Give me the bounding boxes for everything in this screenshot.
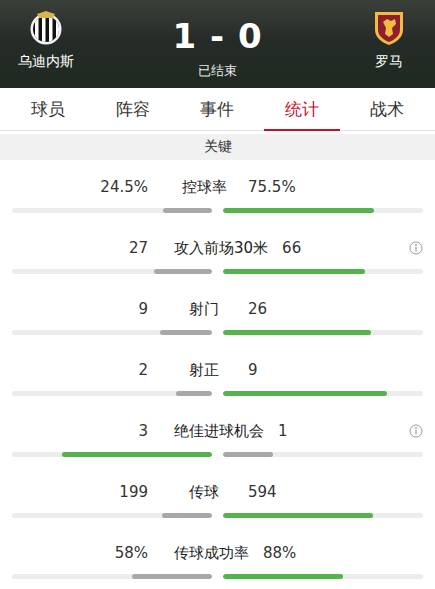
tab[interactable]: 战术 <box>344 88 429 130</box>
home-bar-fill <box>154 269 212 274</box>
away-team-name: 罗马 <box>375 52 403 70</box>
home-bar <box>12 208 212 213</box>
home-team-name: 乌迪内斯 <box>18 52 74 70</box>
stat-row: 3绝佳进球机会1 <box>0 404 435 465</box>
home-value: 27 <box>12 239 148 257</box>
roma-logo-icon <box>372 10 406 46</box>
away-bar-fill <box>223 391 387 396</box>
home-value: 199 <box>12 483 148 501</box>
score: 1 - 0 <box>172 16 262 56</box>
home-bar <box>12 513 212 518</box>
tab[interactable]: 球员 <box>6 88 91 130</box>
stat-row: 58%传球成功率88% <box>0 526 435 587</box>
match-header: 乌迪内斯 1 - 0 已结束 罗马 <box>0 0 435 88</box>
away-bar-fill <box>223 208 374 213</box>
home-bar-fill <box>162 513 212 518</box>
tab-underline <box>264 129 341 131</box>
tab-bar: 球员阵容事件统计战术 <box>0 88 435 131</box>
stat-row: 9射门26 <box>0 282 435 343</box>
away-bar <box>223 391 423 396</box>
tab[interactable]: 统计 <box>260 88 345 130</box>
away-bar <box>223 269 423 274</box>
away-bar-fill <box>223 330 371 335</box>
away-value: 1 <box>278 422 288 440</box>
stat-label: 绝佳进球机会 <box>148 422 274 441</box>
stat-row: 27攻入前场30米66 <box>0 221 435 282</box>
away-bar-fill <box>223 574 343 579</box>
away-value: 26 <box>248 300 267 318</box>
home-value: 3 <box>12 422 148 440</box>
stat-row: 199传球594 <box>0 465 435 526</box>
udinese-logo-icon <box>29 10 63 46</box>
away-value: 9 <box>248 361 258 379</box>
home-bar <box>12 269 212 274</box>
stat-label: 控球率 <box>148 178 244 197</box>
stat-label: 射门 <box>148 300 244 319</box>
stat-label: 传球成功率 <box>148 544 259 563</box>
info-icon[interactable] <box>409 241 423 255</box>
stat-label: 攻入前场30米 <box>148 239 278 258</box>
stat-label: 传球 <box>148 483 244 502</box>
home-value: 24.5% <box>12 178 148 196</box>
home-value: 2 <box>12 361 148 379</box>
stat-label: 射正 <box>148 361 244 380</box>
info-icon[interactable] <box>409 424 423 438</box>
home-bar <box>12 574 212 579</box>
match-stats-page: 乌迪内斯1 - 0已结束罗马球员阵容事件统计战术关键24.5%控球率75.5%2… <box>0 0 435 587</box>
home-value: 58% <box>12 544 148 562</box>
home-bar-fill <box>163 208 212 213</box>
away-value: 594 <box>248 483 277 501</box>
tab[interactable]: 事件 <box>175 88 260 130</box>
stats-list: 24.5%控球率75.5%27攻入前场30米669射门262射正93绝佳进球机会… <box>0 160 435 587</box>
home-bar <box>12 452 212 457</box>
away-bar <box>223 513 423 518</box>
match-status: 已结束 <box>198 62 237 80</box>
away-value: 88% <box>263 544 296 562</box>
home-bar-fill <box>160 330 212 335</box>
away-bar <box>223 208 423 213</box>
away-bar-fill <box>223 452 273 457</box>
home-bar-fill <box>176 391 212 396</box>
section-header: 关键 <box>0 134 435 160</box>
home-bar <box>12 391 212 396</box>
home-value: 9 <box>12 300 148 318</box>
score-block: 1 - 0 已结束 <box>172 10 262 88</box>
away-value: 75.5% <box>248 178 296 196</box>
away-bar <box>223 330 423 335</box>
away-bar-fill <box>223 513 373 518</box>
away-bar <box>223 574 423 579</box>
tab[interactable]: 阵容 <box>91 88 176 130</box>
home-bar <box>12 330 212 335</box>
home-bar-fill <box>132 574 212 579</box>
home-team[interactable]: 乌迪内斯 <box>4 10 88 88</box>
stat-row: 2射正9 <box>0 343 435 404</box>
away-bar-fill <box>223 269 365 274</box>
home-bar-fill <box>62 452 212 457</box>
stat-row: 24.5%控球率75.5% <box>0 160 435 221</box>
away-team[interactable]: 罗马 <box>347 10 431 88</box>
away-value: 66 <box>282 239 301 257</box>
away-bar <box>223 452 423 457</box>
